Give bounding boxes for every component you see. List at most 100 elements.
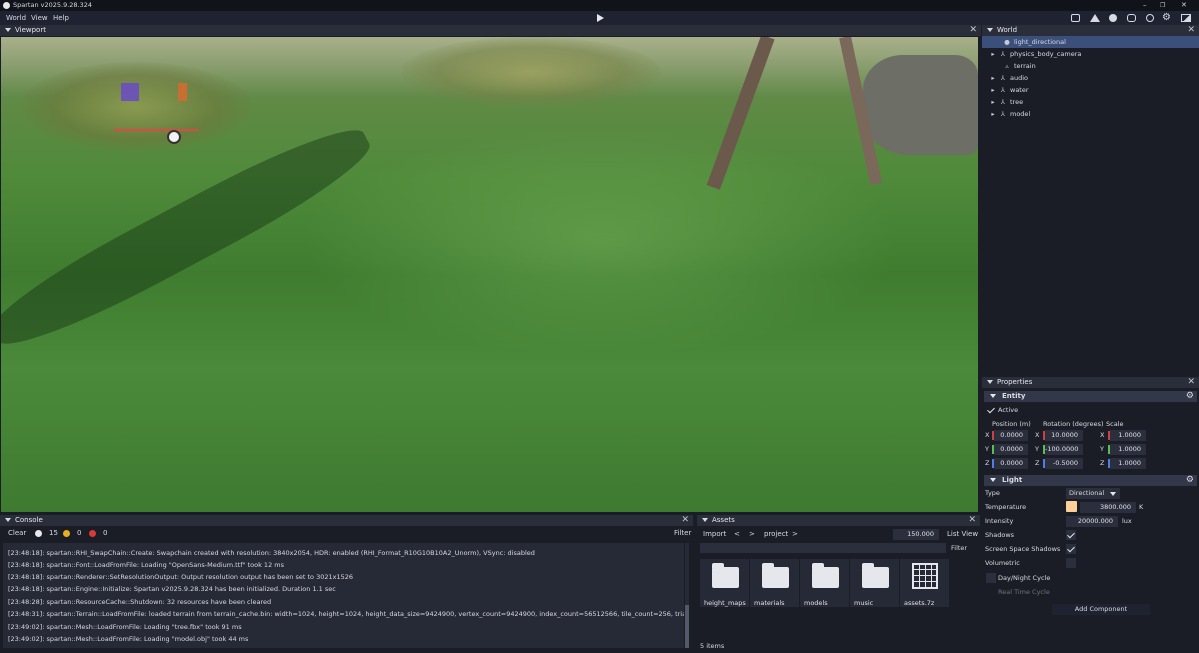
collapse-icon[interactable] — [987, 380, 993, 384]
maximize-button[interactable]: ❐ — [1160, 0, 1165, 11]
zoom-slider[interactable]: 150.000 — [893, 529, 939, 540]
entity-section-header[interactable]: Entity ⚙ — [984, 391, 1197, 402]
collapse-icon[interactable] — [5, 28, 11, 32]
position-z-field[interactable]: 0.0000 — [994, 458, 1028, 469]
light-section-title: Light — [1002, 476, 1023, 484]
menu-world[interactable]: World — [6, 14, 26, 22]
folder-icon — [762, 563, 789, 588]
chevron-right-icon[interactable]: ▸ — [990, 108, 996, 120]
active-checkbox[interactable] — [986, 405, 996, 415]
import-button[interactable]: Import — [703, 529, 726, 540]
rotation-y-field[interactable]: -100.0000 — [1045, 444, 1083, 455]
app-icon — [3, 2, 10, 9]
scrollbar-thumb[interactable] — [685, 605, 689, 648]
image-icon[interactable] — [1181, 14, 1191, 22]
scale-x-field[interactable]: 1.0000 — [1110, 430, 1146, 441]
chevron-right-icon[interactable]: ▸ — [990, 72, 996, 84]
info-icon[interactable] — [35, 530, 42, 537]
collapse-icon[interactable] — [990, 478, 996, 482]
gear-icon[interactable]: ⚙ — [1186, 391, 1194, 402]
close-icon[interactable]: ✕ — [1187, 377, 1195, 388]
chevron-right-icon[interactable]: ▸ — [990, 48, 996, 60]
volumetric-checkbox[interactable] — [1066, 558, 1076, 568]
profiler-icon[interactable] — [1146, 14, 1154, 22]
add-component-button[interactable]: Add Component — [1052, 604, 1150, 615]
asset-folder[interactable]: music — [850, 559, 899, 607]
folder-icon — [712, 563, 739, 588]
light-gizmo-icon[interactable] — [167, 130, 181, 144]
axis-y-label: Y — [1035, 445, 1039, 453]
type-label: Type — [985, 489, 1000, 497]
collapse-icon[interactable] — [702, 518, 708, 522]
entity-row[interactable]: ▸ ⅄ audio — [982, 72, 1199, 84]
collapse-icon[interactable] — [5, 518, 11, 522]
gear-icon[interactable]: ⚙ — [1186, 475, 1194, 486]
close-icon[interactable]: ✕ — [969, 25, 977, 36]
forward-button[interactable]: > — [749, 529, 755, 540]
axis-y-label: Y — [1100, 445, 1104, 453]
gizmo-z-handle[interactable] — [178, 83, 187, 101]
assets-filter-input[interactable] — [700, 543, 946, 553]
close-icon[interactable]: ✕ — [968, 515, 976, 526]
terrain-icon[interactable] — [1090, 14, 1100, 22]
collapse-icon[interactable] — [990, 394, 996, 398]
path-project[interactable]: project — [764, 529, 788, 540]
light-section-header[interactable]: Light ⚙ — [984, 475, 1197, 486]
position-y-field[interactable]: 0.0000 — [994, 444, 1028, 455]
menu-help[interactable]: Help — [53, 14, 69, 22]
chevron-right-icon[interactable]: ▸ — [990, 84, 996, 96]
temperature-color-swatch[interactable] — [1066, 501, 1077, 512]
close-icon[interactable]: ✕ — [681, 515, 689, 526]
light-icon[interactable] — [1109, 14, 1117, 22]
list-view-button[interactable]: List View — [947, 529, 978, 540]
folder-icon — [862, 563, 889, 588]
filter-label: Filter — [674, 529, 692, 537]
rotation-z-field[interactable]: -0.5000 — [1045, 458, 1083, 469]
collapse-icon[interactable] — [987, 28, 993, 32]
intensity-field[interactable]: 20000.000 — [1066, 516, 1118, 527]
intensity-label: Intensity — [985, 517, 1014, 525]
gizmo-x-axis[interactable] — [114, 129, 199, 131]
entity-row[interactable]: ▸ ⅄ model — [982, 108, 1199, 120]
clear-button[interactable]: Clear — [8, 527, 26, 540]
settings-icon[interactable]: ⚙ — [1162, 12, 1171, 23]
camera-view-icon[interactable] — [1071, 14, 1080, 22]
light-type-dropdown[interactable]: Directional — [1066, 488, 1120, 499]
console-scrollbar[interactable] — [685, 543, 689, 648]
asset-folder[interactable]: materials — [750, 559, 799, 607]
gizmo-y-handle[interactable] — [121, 83, 139, 101]
viewport-header: Viewport ✕ — [0, 25, 981, 36]
back-button[interactable]: < — [734, 529, 740, 540]
minimize-button[interactable]: – — [1143, 0, 1147, 11]
entity-row[interactable]: ▸ ⅄ water — [982, 84, 1199, 96]
entity-row[interactable]: ▸ ⅄ tree — [982, 96, 1199, 108]
asset-archive[interactable]: assets.7z — [900, 559, 949, 607]
volumetric-label: Volumetric — [985, 559, 1020, 567]
asset-folder[interactable]: height_maps — [700, 559, 749, 607]
temperature-field[interactable]: 3800.000 — [1080, 502, 1136, 513]
chevron-right-icon[interactable]: ▸ — [990, 96, 996, 108]
archive-icon — [912, 563, 938, 589]
rotation-x-field[interactable]: 10.0000 — [1045, 430, 1083, 441]
entity-row[interactable]: ● light_directional — [982, 36, 1199, 48]
scale-z-field[interactable]: 1.0000 — [1110, 458, 1146, 469]
console-log[interactable]: [23:48:18]: spartan::RHI_SwapChain::Crea… — [3, 543, 684, 648]
close-window-button[interactable]: ✕ — [1181, 0, 1187, 11]
error-icon[interactable] — [89, 530, 96, 537]
active-label: Active — [998, 406, 1019, 414]
physics-icon[interactable] — [1127, 14, 1136, 22]
day-night-checkbox[interactable] — [986, 573, 996, 583]
screen-space-shadows-checkbox[interactable] — [1066, 544, 1076, 554]
scale-y-field[interactable]: 1.0000 — [1110, 444, 1146, 455]
close-icon[interactable]: ✕ — [1187, 25, 1195, 36]
menu-view[interactable]: View — [31, 14, 48, 22]
terrain-icon: ▵ — [1005, 62, 1009, 70]
asset-folder[interactable]: models — [800, 559, 849, 607]
shadows-checkbox[interactable] — [1066, 530, 1076, 540]
entity-row[interactable]: ▸ ⅄ physics_body_camera — [982, 48, 1199, 60]
warning-icon[interactable] — [63, 530, 70, 537]
scene-render[interactable] — [1, 37, 978, 512]
entity-row[interactable]: ▵ terrain — [982, 60, 1199, 72]
play-button[interactable] — [597, 14, 604, 22]
position-x-field[interactable]: 0.0000 — [994, 430, 1028, 441]
